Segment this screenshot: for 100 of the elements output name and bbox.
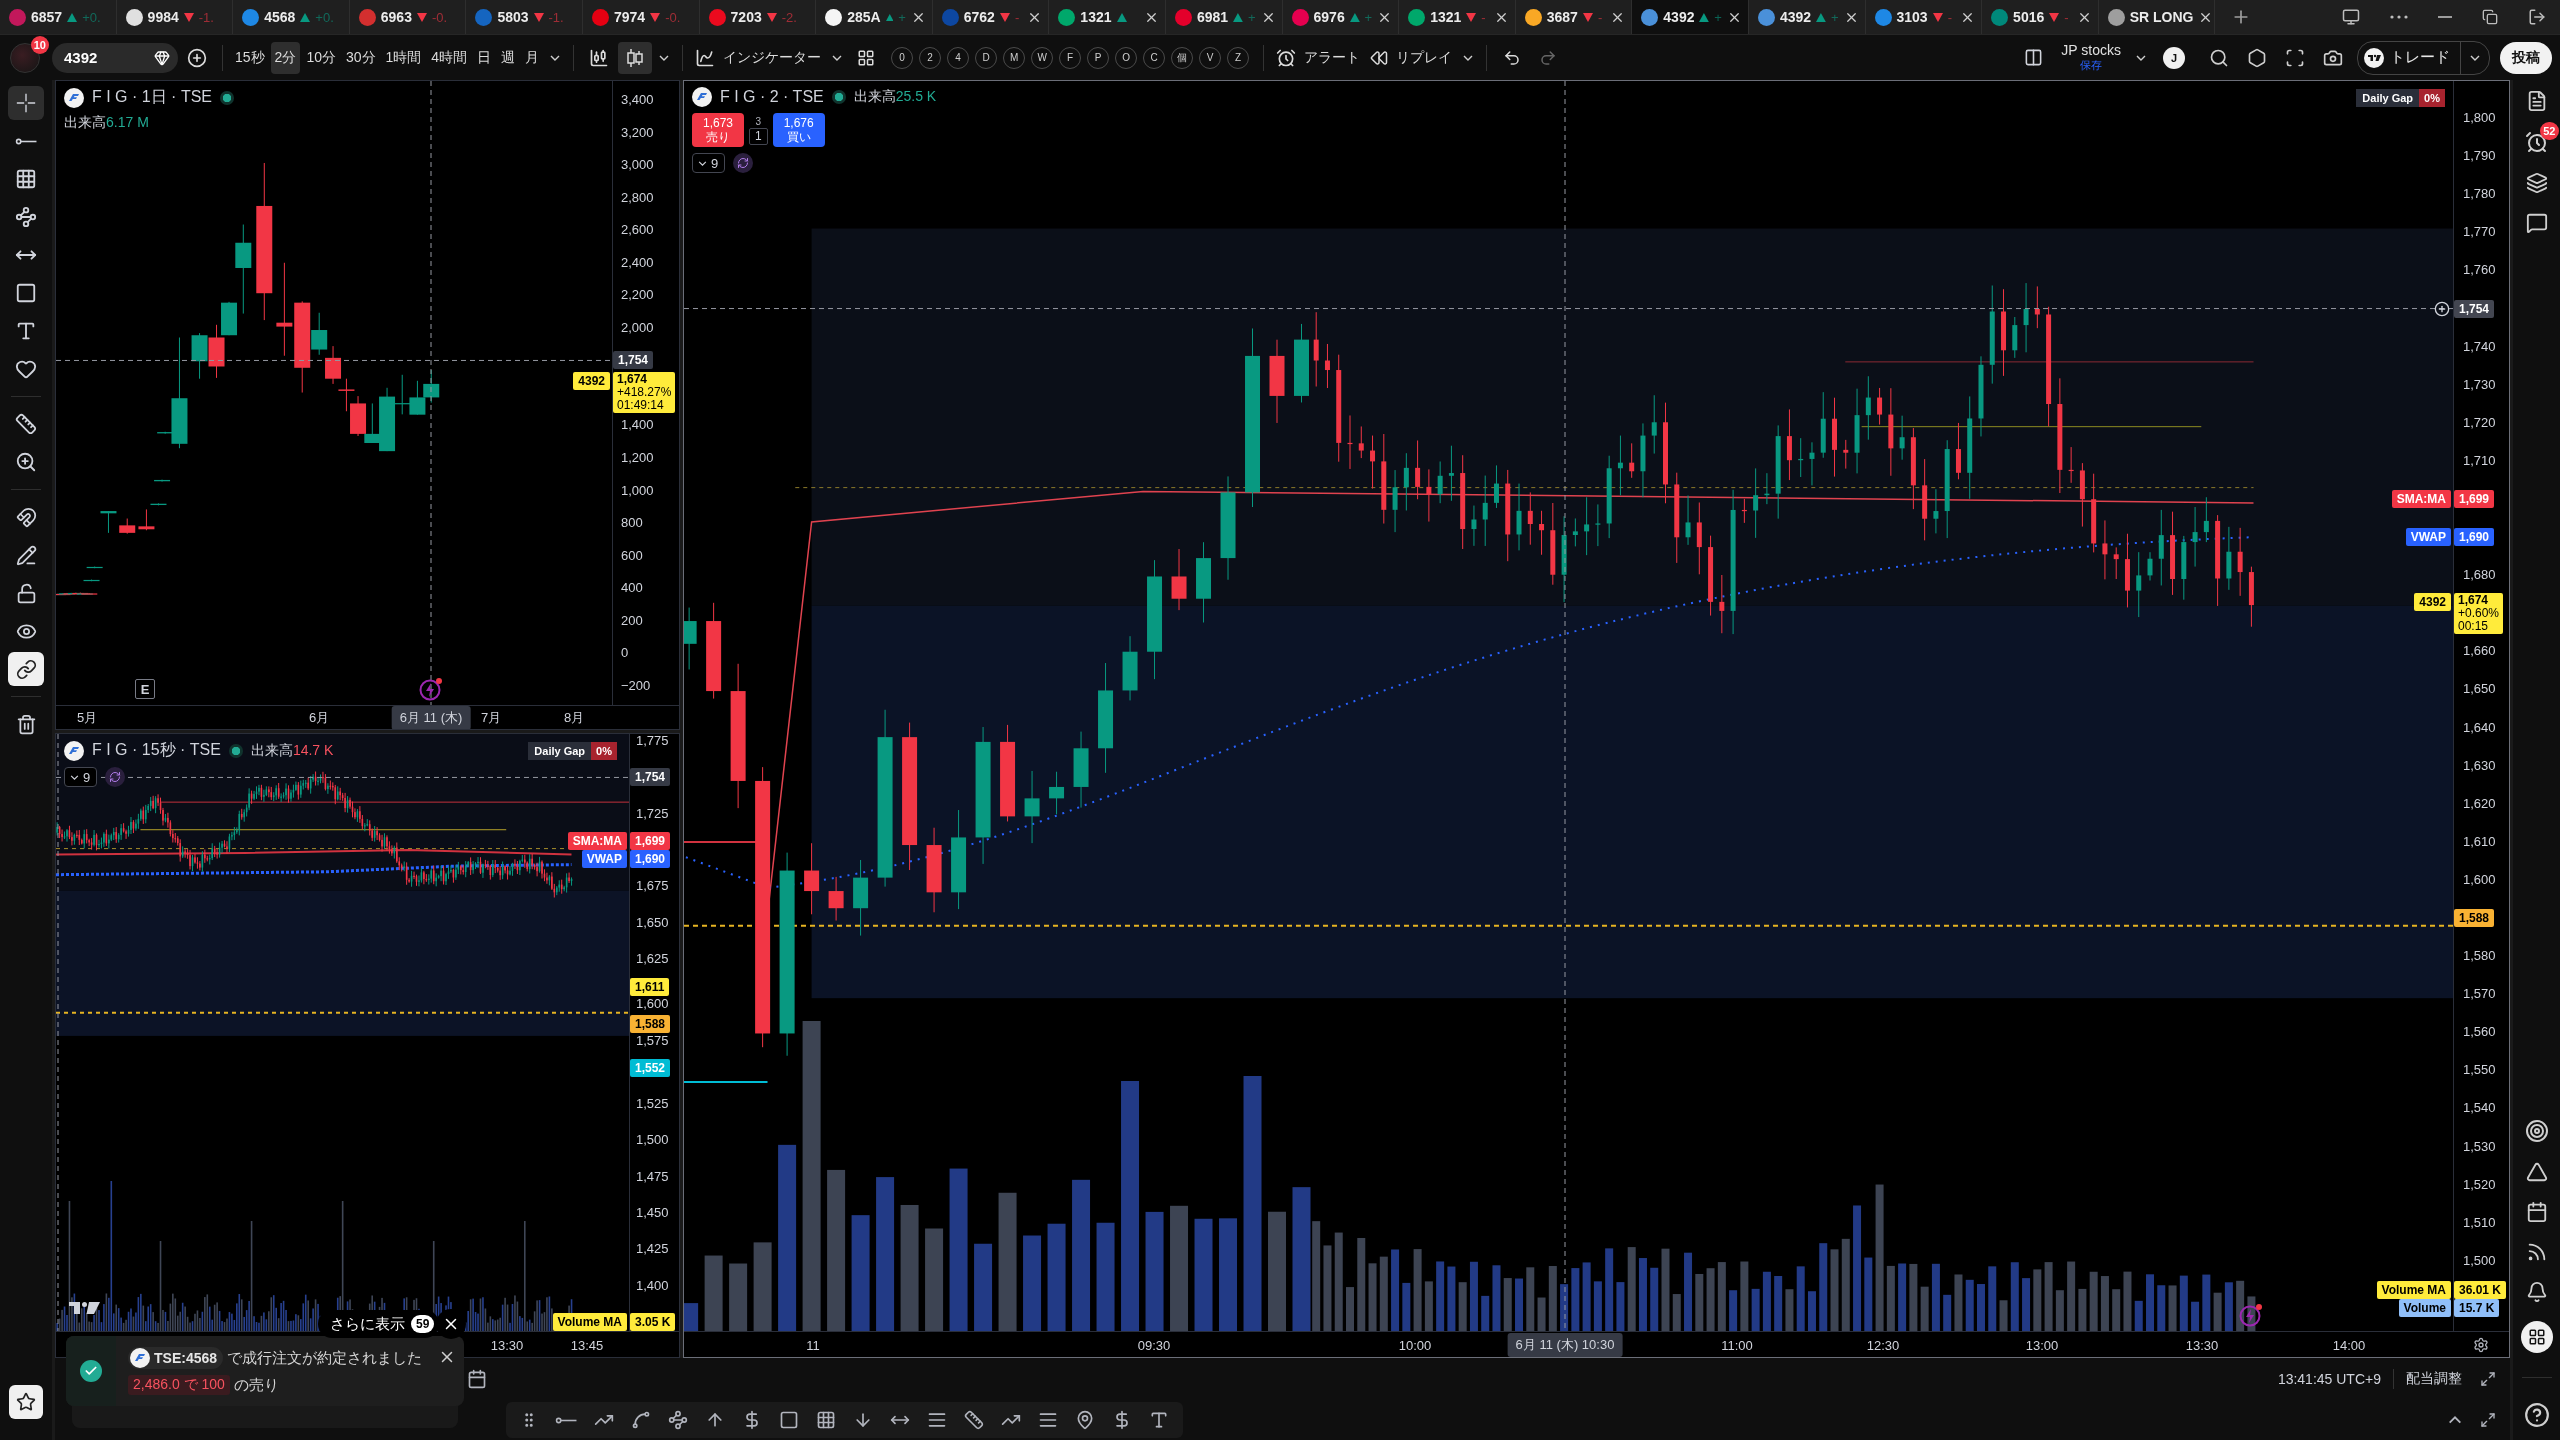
time-label: 12:30	[1866, 1337, 1900, 1352]
help-icon[interactable]	[2523, 1402, 2550, 1428]
heart-icon	[15, 358, 37, 380]
expand-icon[interactable]	[2480, 1412, 2496, 1428]
daily-gap-label: Daily Gap	[2356, 89, 2420, 107]
lines-icon[interactable]	[927, 1410, 947, 1430]
pin-icon[interactable]	[1075, 1410, 1095, 1430]
restore-icon[interactable]	[2482, 9, 2498, 25]
grid-icon[interactable]	[816, 1410, 836, 1430]
hexagon-icon[interactable]	[2247, 47, 2267, 68]
show-more-button[interactable]: さらに表示 59	[318, 1310, 440, 1338]
price-label: 1,680	[2462, 567, 2496, 584]
price-label: 1,790	[2462, 148, 2496, 165]
text-icon[interactable]	[1149, 1410, 1169, 1430]
symbol-search-field[interactable]: 4392	[52, 42, 178, 73]
apps-icon[interactable]	[2520, 1321, 2553, 1353]
monitor-icon[interactable]	[2342, 8, 2360, 26]
earnings-marker[interactable]: E	[135, 679, 155, 699]
caret-up-icon[interactable]	[2448, 1416, 2462, 1424]
logo-icon	[130, 1348, 150, 1368]
adjustment-toggle[interactable]: 配当調整	[2406, 1370, 2462, 1388]
sell-button[interactable]: 1,673 売り	[692, 113, 744, 147]
quantity-field[interactable]: 1	[749, 127, 768, 145]
exit-icon[interactable]	[2528, 8, 2546, 26]
time-label: 6月	[308, 708, 330, 727]
interval-button[interactable]: 15秒	[231, 41, 269, 74]
replay-button[interactable]: リプレイ	[1366, 41, 1457, 74]
interval-button[interactable]: 週	[497, 41, 520, 74]
caret-icon[interactable]	[1463, 54, 1474, 61]
chart-style-button[interactable]	[618, 41, 653, 74]
interval-button[interactable]: 2分	[270, 41, 301, 74]
indicator-name: VWAP	[2405, 528, 2451, 547]
caret-icon	[70, 774, 79, 780]
interval-button[interactable]: 月	[521, 41, 544, 74]
sync-icon[interactable]	[733, 153, 754, 173]
price-label: 1,620	[2462, 795, 2496, 812]
calendar-icon[interactable]	[2525, 1201, 2548, 1223]
search-icon[interactable]	[2209, 47, 2229, 68]
interval-button[interactable]: 日	[473, 41, 496, 74]
price-label: 1,730	[2462, 376, 2496, 393]
caret-icon[interactable]	[2136, 54, 2146, 61]
star-icon	[16, 1392, 36, 1412]
indicators-toggle[interactable]: 9	[692, 153, 726, 173]
add-icon[interactable]	[2434, 300, 2450, 317]
more-icon[interactable]	[2390, 15, 2408, 19]
layers-icon[interactable]	[2525, 172, 2548, 194]
caret-icon[interactable]	[659, 54, 670, 61]
buy-button[interactable]: 1,676 買い	[772, 113, 825, 147]
publish-button[interactable]: 投稿	[2500, 41, 2552, 74]
expand-icon[interactable]	[2480, 1371, 2496, 1387]
lightning-icon[interactable]	[2239, 1303, 2263, 1327]
favorites-button[interactable]	[9, 1385, 43, 1419]
chart-title[interactable]: F I G · 1日 · TSE	[92, 87, 212, 108]
caret-icon[interactable]	[550, 54, 561, 61]
curve-icon[interactable]	[631, 1410, 651, 1430]
layout-name[interactable]: JP stocks	[2061, 42, 2121, 58]
minimize-icon[interactable]	[2438, 15, 2452, 19]
daily-gap-value: 0%	[2419, 89, 2445, 107]
user-initial[interactable]: J	[2163, 46, 2185, 69]
calendar-icon[interactable]	[467, 1369, 487, 1389]
interval-button[interactable]: 30分	[341, 41, 380, 74]
bell-icon[interactable]	[2525, 1281, 2548, 1303]
daily-gap-label: Daily Gap	[528, 742, 592, 760]
drawing-tool-button[interactable]	[8, 86, 44, 120]
symbol-link[interactable]: TSE:4568	[128, 1347, 224, 1369]
lightning-icon[interactable]	[419, 677, 443, 701]
chart-title[interactable]: F I G · 2 · TSE	[720, 88, 824, 106]
alert-button[interactable]: アラート	[1272, 41, 1365, 74]
interval-button[interactable]: 10分	[302, 41, 340, 74]
time-label: 11	[806, 1337, 820, 1352]
symbol-tab[interactable]: 4392 +	[1632, 0, 1749, 34]
lines-icon[interactable]	[1038, 1410, 1058, 1430]
nodes-icon[interactable]	[668, 1410, 688, 1430]
toggle-button[interactable]	[8, 652, 44, 686]
triangle-icon[interactable]	[2525, 1161, 2548, 1183]
time-label: 7月	[480, 708, 502, 727]
settings-icon[interactable]	[2473, 1336, 2489, 1353]
countdown-timer: 01:49:14	[617, 399, 665, 413]
price-label: 1,600	[635, 996, 669, 1013]
interval-button[interactable]: 1時間	[381, 41, 426, 74]
undo-icon	[1503, 48, 1522, 67]
caret-icon[interactable]	[832, 54, 843, 61]
order-side: の売り	[233, 1375, 279, 1395]
price-marker: 3.05 K	[630, 1312, 676, 1331]
chat-icon[interactable]	[2525, 212, 2548, 234]
indicators-toggle[interactable]: 9	[64, 767, 98, 787]
interval-button[interactable]: 4時間	[427, 41, 472, 74]
trash-icon	[15, 713, 37, 735]
horizontal-line-icon[interactable]	[555, 1416, 577, 1424]
rectangle-icon[interactable]	[779, 1410, 799, 1430]
ruler-icon[interactable]	[964, 1410, 984, 1430]
logo-icon	[692, 87, 712, 107]
price-label: 1,450	[635, 1205, 669, 1221]
target-icon[interactable]	[2524, 1119, 2549, 1143]
chart-title[interactable]: F I G · 15秒 · TSE	[92, 740, 221, 761]
volume-value: 14.7 K	[292, 741, 334, 758]
layout-icon[interactable]	[2024, 48, 2044, 67]
price-marker: 1,699	[2454, 490, 2495, 508]
indicators-button[interactable]: インジケーター	[691, 41, 826, 74]
fullscreen-icon[interactable]	[2285, 47, 2305, 68]
